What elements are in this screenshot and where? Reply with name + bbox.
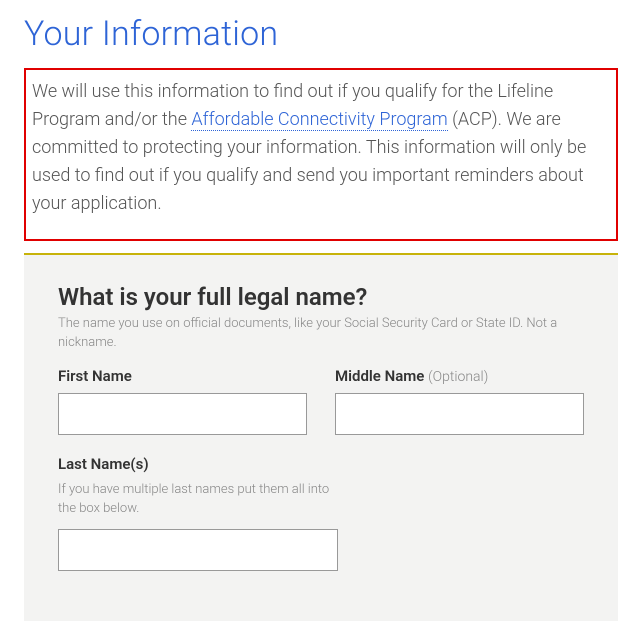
last-name-help: If you have multiple last names put them… [58,481,338,519]
middle-name-label-text: Middle Name [335,367,424,385]
page-title: Your Information [24,14,618,54]
acp-link[interactable]: Affordable Connectivity Program [191,109,447,131]
middle-name-optional: (Optional) [428,369,488,385]
full-name-help: The name you use on official documents, … [58,315,584,353]
middle-name-label: Middle Name (Optional) [335,367,584,385]
middle-name-input[interactable] [335,393,584,435]
name-row-1: First Name Middle Name (Optional) [58,367,584,435]
intro-paragraph: We will use this information to find out… [32,78,606,217]
name-form-card: What is your full legal name? The name y… [24,253,618,620]
first-name-input[interactable] [58,393,307,435]
last-name-field: Last Name(s) If you have multiple last n… [58,455,338,571]
middle-name-field: Middle Name (Optional) [335,367,584,435]
first-name-label: First Name [58,367,307,385]
intro-highlight-box: We will use this information to find out… [24,68,618,241]
first-name-field: First Name [58,367,307,435]
last-name-input[interactable] [58,529,338,571]
full-name-question: What is your full legal name? [58,283,584,311]
last-name-label: Last Name(s) [58,455,338,473]
name-row-2: Last Name(s) If you have multiple last n… [58,455,584,571]
